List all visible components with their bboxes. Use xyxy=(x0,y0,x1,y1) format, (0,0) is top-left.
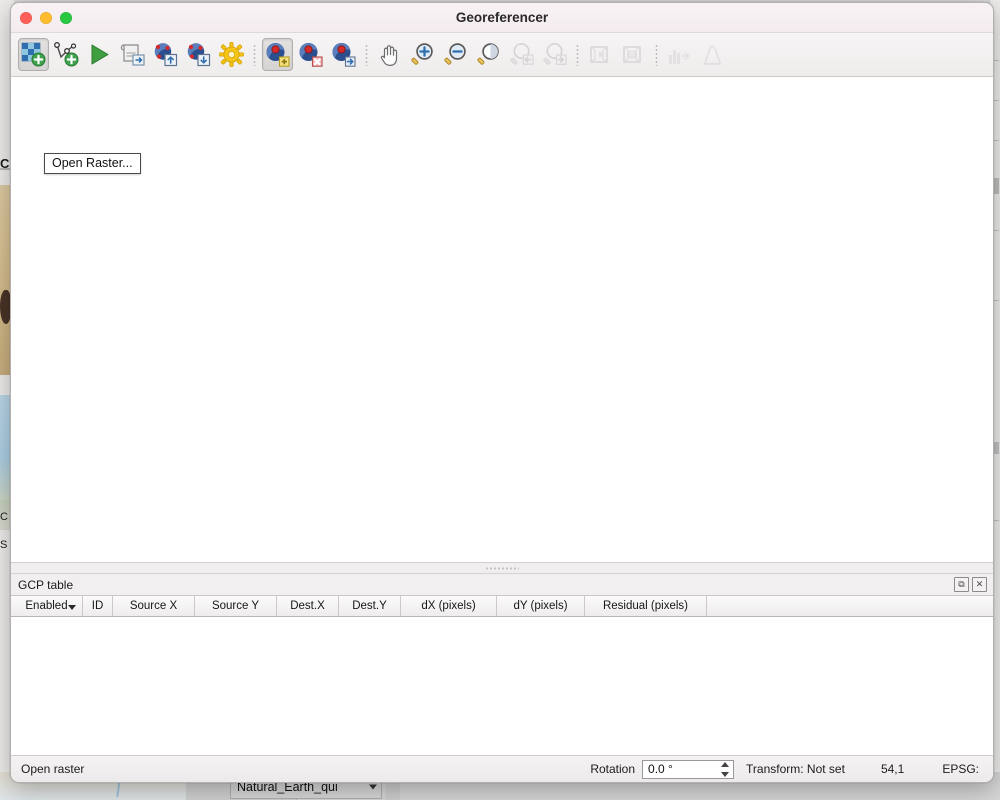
column-header-enabled[interactable]: Enabled xyxy=(11,596,83,616)
window-controls xyxy=(20,12,72,24)
gcp-panel-title: GCP table xyxy=(18,578,73,592)
rotation-increment-arrow[interactable] xyxy=(721,762,729,767)
main-toolbar xyxy=(11,33,993,77)
rotation-value: 0.0 ° xyxy=(643,762,673,776)
link-georeferencer-to-qgis-button[interactable] xyxy=(585,38,616,71)
maximize-window-button[interactable] xyxy=(60,12,72,24)
window-titlebar: Georeferencer xyxy=(11,3,993,33)
column-header-residual-pixels[interactable]: Residual (pixels) xyxy=(585,596,707,616)
zoom-in-button[interactable] xyxy=(407,38,438,71)
column-header-source-y[interactable]: Source Y xyxy=(195,596,277,616)
column-header-dx-pixels[interactable]: dX (pixels) xyxy=(401,596,497,616)
zoom-to-layer-button[interactable] xyxy=(473,38,504,71)
minimize-window-button[interactable] xyxy=(40,12,52,24)
transform-status: Transform: Not set xyxy=(746,762,845,776)
column-header-dest-x[interactable]: Dest.X xyxy=(277,596,339,616)
full-histogram-stretch-button[interactable] xyxy=(697,38,728,71)
toolbar-separator xyxy=(362,42,371,68)
zoom-last-button[interactable] xyxy=(506,38,537,71)
save-gcp-points-button[interactable] xyxy=(183,38,214,71)
gcp-table-header-row: Enabled ID Source X Source Y Dest.X Dest… xyxy=(11,595,993,617)
raster-histogram-button[interactable] xyxy=(664,38,695,71)
zoom-out-button[interactable] xyxy=(440,38,471,71)
open-raster-button[interactable] xyxy=(18,38,49,71)
rotation-spin-arrows[interactable] xyxy=(719,762,731,777)
toolbar-separator xyxy=(250,42,259,68)
gcp-table-panel: GCP table ⧉ ✕ Enabled ID Source X Source… xyxy=(11,573,993,782)
start-georeferencing-button[interactable] xyxy=(84,38,115,71)
epsg-status: EPSG: xyxy=(942,762,979,776)
zoom-next-button[interactable] xyxy=(539,38,570,71)
delete-point-button[interactable] xyxy=(295,38,326,71)
toolbar-separator xyxy=(652,42,661,68)
coordinates-status: 54,1 xyxy=(881,762,904,776)
background-label-c1: C xyxy=(0,157,9,170)
add-point-button[interactable] xyxy=(262,38,293,71)
link-qgis-to-georeferencer-button[interactable] xyxy=(618,38,649,71)
window-title: Georeferencer xyxy=(11,10,993,25)
float-panel-button[interactable]: ⧉ xyxy=(954,577,969,592)
transformation-settings-button[interactable] xyxy=(216,38,247,71)
georeferencer-canvas[interactable]: Open Raster... xyxy=(11,77,993,563)
pan-button[interactable] xyxy=(374,38,405,71)
georeferencer-window: Georeferencer xyxy=(10,2,994,783)
gcp-table-body[interactable] xyxy=(11,617,993,756)
column-header-dest-y[interactable]: Dest.Y xyxy=(339,596,401,616)
gcp-panel-header: GCP table ⧉ ✕ xyxy=(11,574,993,595)
background-label-c2: C xyxy=(0,512,8,523)
close-window-button[interactable] xyxy=(20,12,32,24)
column-header-dy-pixels[interactable]: dY (pixels) xyxy=(497,596,585,616)
column-header-source-x[interactable]: Source X xyxy=(113,596,195,616)
load-gcp-points-button[interactable] xyxy=(150,38,181,71)
close-panel-button[interactable]: ✕ xyxy=(972,577,987,592)
chevron-down-icon xyxy=(369,785,377,790)
open-vector-button[interactable] xyxy=(51,38,82,71)
column-header-filler xyxy=(707,596,993,616)
open-raster-tooltip: Open Raster... xyxy=(44,153,141,174)
status-bar: Open raster Rotation 0.0 ° Transform: No… xyxy=(11,756,993,782)
move-gcp-point-button[interactable] xyxy=(328,38,359,71)
gcp-panel-controls: ⧉ ✕ xyxy=(954,577,987,592)
background-label-s: S xyxy=(0,540,7,551)
rotation-decrement-arrow[interactable] xyxy=(721,772,729,777)
canvas-gcp-splitter[interactable] xyxy=(11,563,993,573)
generate-gdal-script-button[interactable] xyxy=(117,38,148,71)
column-header-id[interactable]: ID xyxy=(83,596,113,616)
toolbar-separator xyxy=(573,42,582,68)
status-message: Open raster xyxy=(21,762,84,776)
rotation-stepper[interactable]: 0.0 ° xyxy=(642,760,734,779)
rotation-label: Rotation xyxy=(590,762,635,776)
